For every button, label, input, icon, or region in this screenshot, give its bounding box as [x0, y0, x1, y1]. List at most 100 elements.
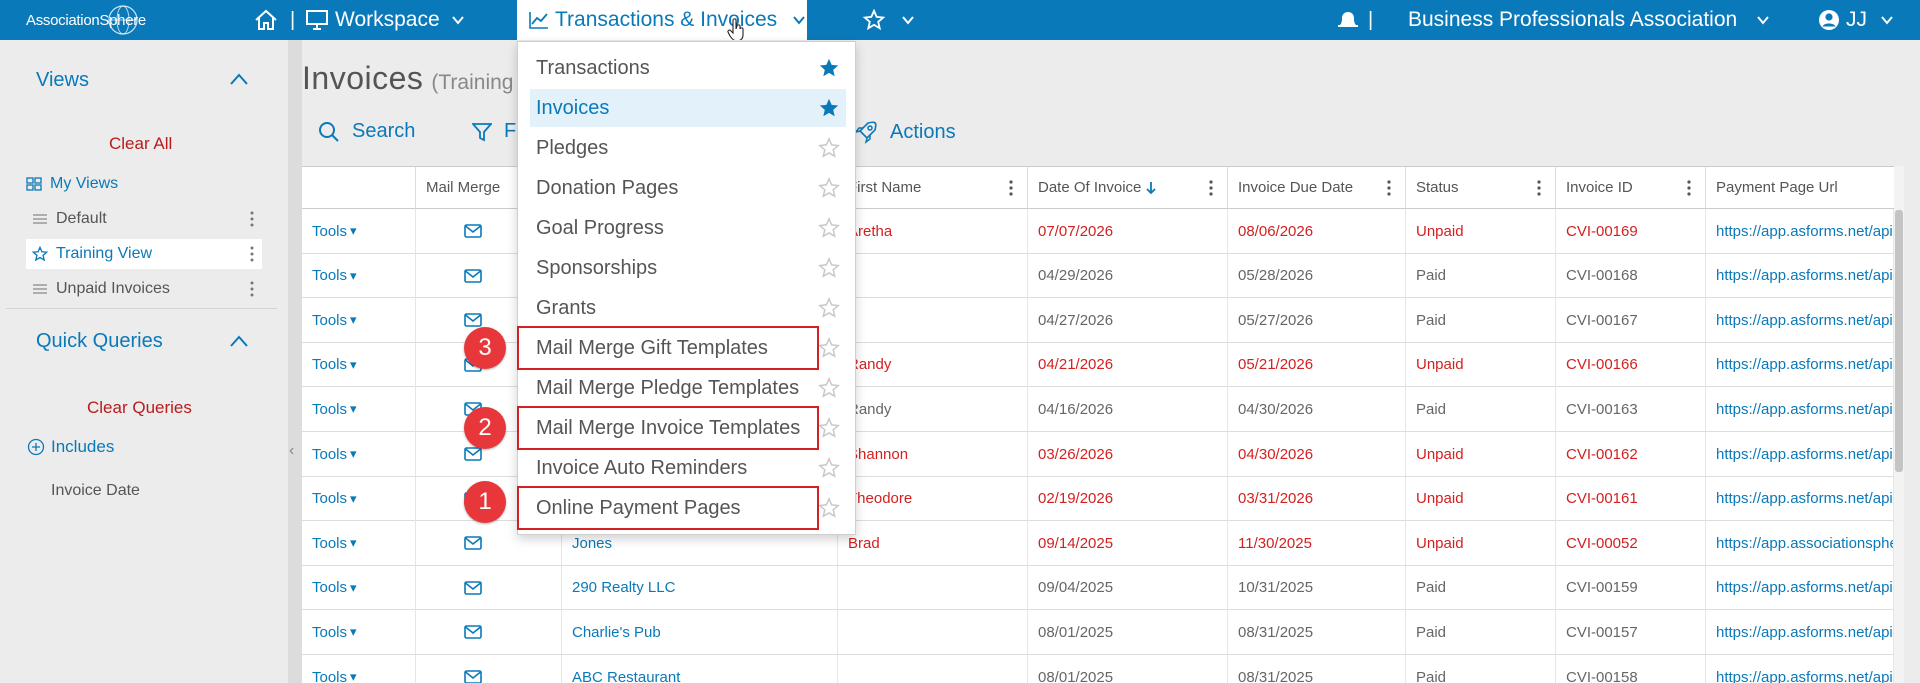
mail-merge-cell[interactable]: [416, 565, 562, 610]
envelope-icon[interactable]: [463, 447, 482, 461]
tools-dropdown[interactable]: Tools ▾: [302, 476, 416, 521]
table-row[interactable]: Tools ▾ Charlie's Pub 08/01/2025 08/31/2025 P…: [302, 610, 1894, 655]
user-menu[interactable]: JJ: [1818, 0, 1893, 40]
dropdown-item-goal-progress[interactable]: Goal Progress: [530, 209, 846, 247]
star-outline-icon[interactable]: [818, 417, 840, 439]
payment-page-url-cell[interactable]: https://app.associationsphe: [1706, 521, 1894, 566]
dropdown-item-mail-merge-pledge-templates[interactable]: Mail Merge Pledge Templates: [530, 369, 846, 407]
clear-queries-link[interactable]: Clear Queries: [87, 398, 192, 418]
dropdown-item-sponsorships[interactable]: Sponsorships: [530, 249, 846, 287]
filter-button[interactable]: F: [472, 120, 516, 143]
column-header-payment-page-url[interactable]: Payment Page Url: [1706, 167, 1894, 209]
envelope-icon[interactable]: [463, 313, 482, 327]
dropdown-item-mail-merge-invoice-templates[interactable]: Mail Merge Invoice Templates: [530, 409, 846, 447]
envelope-icon[interactable]: [463, 224, 482, 238]
envelope-icon[interactable]: [463, 625, 482, 640]
transactions-invoices-menu[interactable]: Transactions & Invoices: [517, 0, 807, 42]
table-row[interactable]: Tools ▾ ABC Restaurant 08/01/2025 08/31/2025…: [302, 655, 1894, 683]
organization-menu[interactable]: Business Professionals Association: [1408, 0, 1769, 40]
star-outline-icon[interactable]: [818, 257, 840, 279]
home-button[interactable]: [254, 0, 278, 40]
dropdown-item-pledges[interactable]: Pledges: [530, 129, 846, 167]
dropdown-item-invoice-auto-reminders[interactable]: Invoice Auto Reminders: [530, 449, 846, 487]
column-header-date-of-invoice[interactable]: Date Of Invoice: [1028, 167, 1228, 209]
star-outline-icon[interactable]: [818, 217, 840, 239]
kebab-menu-icon[interactable]: [250, 245, 254, 263]
tools-dropdown[interactable]: Tools ▾: [302, 565, 416, 610]
star-filled-icon[interactable]: [818, 97, 840, 119]
view-item-default[interactable]: Default: [26, 204, 262, 234]
association-sphere-logo[interactable]: AssociationSphere: [26, 5, 166, 35]
column-header-invoice-id[interactable]: Invoice ID: [1556, 167, 1706, 209]
tools-dropdown[interactable]: Tools ▾: [302, 387, 416, 432]
star-outline-icon[interactable]: [818, 297, 840, 319]
payment-page-url-cell[interactable]: https://app.asforms.net/api: [1706, 209, 1894, 253]
search-button[interactable]: Search: [318, 120, 415, 143]
envelope-icon[interactable]: [463, 536, 482, 550]
view-item-training-view[interactable]: Training View: [26, 239, 262, 269]
tools-dropdown[interactable]: Tools ▾: [302, 432, 416, 476]
envelope-icon[interactable]: [463, 580, 482, 595]
chevron-up-icon[interactable]: [230, 335, 248, 347]
table-row[interactable]: Tools ▾ 290 Realty LLC 09/04/2025 10/31/2025…: [302, 565, 1894, 611]
column-header-invoice-due-date[interactable]: Invoice Due Date: [1228, 167, 1406, 209]
column-header-first-name[interactable]: First Name: [838, 167, 1028, 209]
payment-page-url-cell[interactable]: https://app.asforms.net/api: [1706, 432, 1894, 476]
star-outline-icon[interactable]: [818, 377, 840, 399]
kebab-menu-icon[interactable]: [1687, 179, 1691, 197]
star-outline-icon[interactable]: [818, 177, 840, 199]
kebab-menu-icon[interactable]: [1009, 179, 1013, 197]
kebab-menu-icon[interactable]: [1537, 179, 1541, 197]
mail-merge-cell[interactable]: [416, 655, 562, 683]
dropdown-item-mail-merge-gift-templates[interactable]: Mail Merge Gift Templates: [530, 329, 846, 367]
payment-page-url-cell[interactable]: https://app.asforms.net/api: [1706, 476, 1894, 521]
last-name-cell[interactable]: Charlie's Pub: [562, 610, 838, 655]
envelope-icon[interactable]: [463, 268, 482, 283]
payment-page-url-cell[interactable]: https://app.asforms.net/api: [1706, 342, 1894, 387]
payment-page-url-cell[interactable]: https://app.asforms.net/api: [1706, 253, 1894, 298]
star-outline-icon[interactable]: [818, 137, 840, 159]
favorites-menu[interactable]: [862, 0, 914, 40]
dropdown-item-invoices[interactable]: Invoices: [530, 89, 846, 127]
kebab-menu-icon[interactable]: [1209, 179, 1213, 197]
notifications-button[interactable]: [1336, 0, 1360, 40]
mail-merge-cell[interactable]: [416, 610, 562, 655]
envelope-icon[interactable]: [463, 670, 482, 683]
payment-page-url-cell[interactable]: https://app.asforms.net/api: [1706, 298, 1894, 343]
tools-dropdown[interactable]: Tools ▾: [302, 655, 416, 683]
sidebar-collapse-handle[interactable]: ‹: [288, 40, 302, 683]
kebab-menu-icon[interactable]: [250, 210, 254, 228]
clear-all-link[interactable]: Clear All: [109, 134, 172, 154]
payment-page-url-cell[interactable]: https://app.asforms.net/api: [1706, 565, 1894, 610]
dropdown-item-online-payment-pages[interactable]: Online Payment Pages: [530, 489, 846, 527]
star-filled-icon[interactable]: [818, 57, 840, 79]
payment-page-url-cell[interactable]: https://app.asforms.net/api: [1706, 610, 1894, 655]
star-outline-icon[interactable]: [818, 337, 840, 359]
dropdown-item-grants[interactable]: Grants: [530, 289, 846, 327]
actions-button[interactable]: Actions: [854, 120, 956, 144]
payment-page-url-cell[interactable]: https://app.asforms.net/api: [1706, 655, 1894, 683]
payment-page-url-cell[interactable]: https://app.asforms.net/api: [1706, 387, 1894, 432]
table-scrollbar-thumb[interactable]: [1895, 210, 1903, 472]
workspace-menu[interactable]: Workspace: [305, 0, 464, 40]
last-name-cell[interactable]: 290 Realty LLC: [562, 565, 838, 610]
kebab-menu-icon[interactable]: [250, 280, 254, 298]
my-views-link[interactable]: My Views: [26, 169, 262, 199]
kebab-menu-icon[interactable]: [1387, 179, 1391, 197]
chevron-up-icon[interactable]: [230, 73, 248, 85]
tools-dropdown[interactable]: Tools ▾: [302, 209, 416, 253]
dropdown-item-donation-pages[interactable]: Donation Pages: [530, 169, 846, 207]
last-name-cell[interactable]: ABC Restaurant: [562, 655, 838, 683]
tools-dropdown[interactable]: Tools ▾: [302, 298, 416, 343]
star-outline-icon[interactable]: [818, 457, 840, 479]
column-header-status[interactable]: Status: [1406, 167, 1556, 209]
includes-toggle[interactable]: Includes: [27, 437, 114, 457]
view-item-unpaid-invoices[interactable]: Unpaid Invoices: [26, 274, 262, 304]
tools-dropdown[interactable]: Tools ▾: [302, 342, 416, 387]
invoice-date-query[interactable]: Invoice Date: [51, 482, 140, 500]
star-outline-icon[interactable]: [818, 497, 840, 519]
dropdown-item-transactions[interactable]: Transactions: [530, 49, 846, 87]
tools-dropdown[interactable]: Tools ▾: [302, 610, 416, 655]
tools-dropdown[interactable]: Tools ▾: [302, 521, 416, 566]
tools-dropdown[interactable]: Tools ▾: [302, 253, 416, 298]
